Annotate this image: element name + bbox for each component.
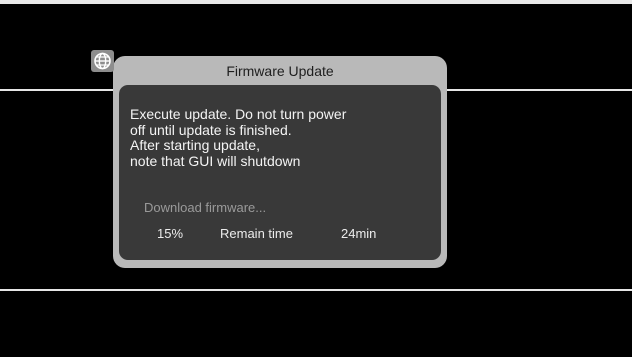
tv-screen: Firmware Update Execute update. Do not t… — [0, 0, 632, 357]
message-line: After starting update, — [130, 137, 260, 153]
dialog-title: Firmware Update — [226, 63, 334, 79]
message-line: Execute update. Do not turn power — [130, 106, 347, 122]
globe-icon — [91, 50, 114, 72]
message-line: note that GUI will shutdown — [130, 152, 301, 169]
dialog-body: Execute update. Do not turn power off un… — [119, 85, 441, 260]
warning-message: Execute update. Do not turn power off un… — [130, 106, 347, 169]
firmware-update-dialog: Firmware Update Execute update. Do not t… — [113, 56, 447, 268]
remain-time-label: Remain time — [220, 226, 293, 241]
divider-line-lower — [0, 289, 632, 291]
message-line: off until update is finished. — [130, 121, 292, 138]
remain-time-value: 24min — [341, 226, 377, 241]
top-border — [0, 0, 632, 4]
progress-percent: 15% — [157, 226, 184, 241]
download-status: Download firmware... — [144, 200, 267, 215]
